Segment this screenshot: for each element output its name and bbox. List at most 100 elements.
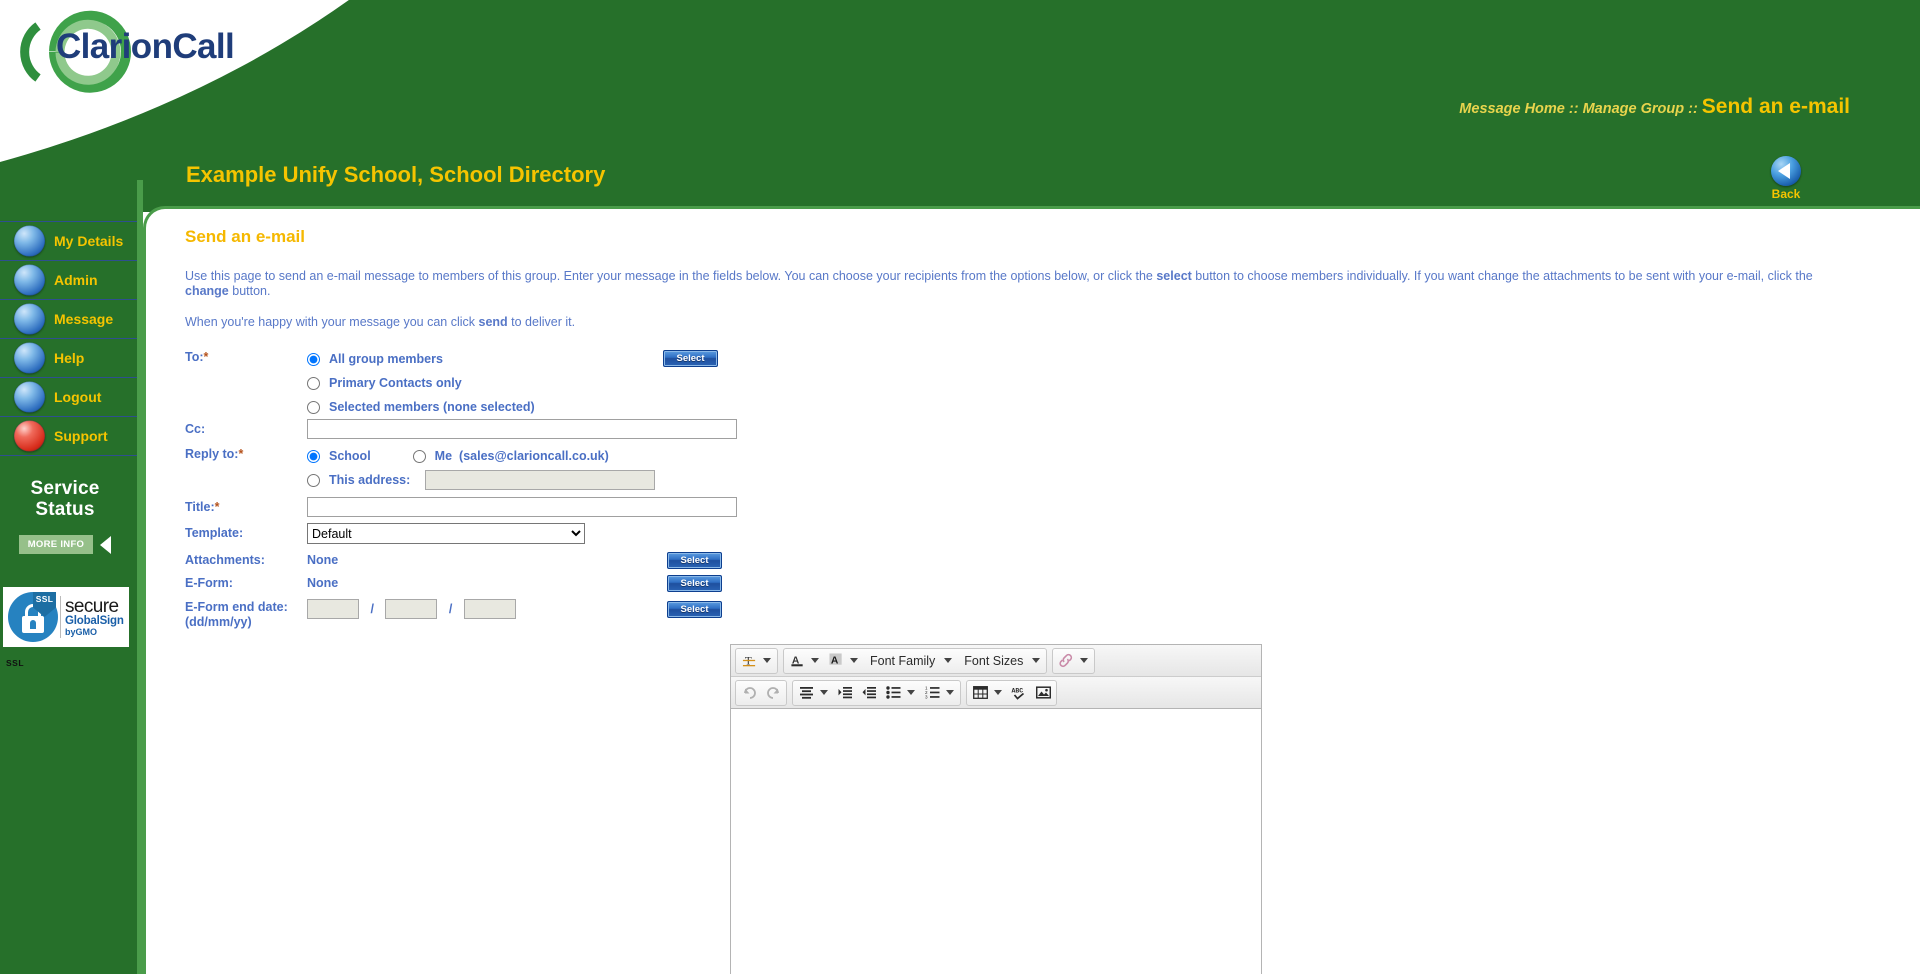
indent-icon[interactable] (833, 681, 857, 705)
radio-primary-contacts[interactable] (307, 376, 320, 390)
insert-image-icon[interactable] (1031, 681, 1055, 705)
link-chevron-down-icon[interactable] (1080, 658, 1089, 663)
collapse-arrow-icon[interactable] (100, 535, 112, 554)
to-option-all-group-members[interactable]: All group members (298, 347, 1285, 371)
radio-selected-members[interactable] (307, 400, 320, 414)
to-option-all-label: All group members (329, 352, 443, 366)
font-sizes-select[interactable]: Font Sizes (957, 649, 1030, 673)
select-attachments-button[interactable]: Select (667, 552, 722, 569)
text-color-icon[interactable]: A (785, 649, 809, 673)
editor-toolbar-row-1: T A A Font Family Font Sizes (731, 645, 1261, 677)
reply-address-input[interactable] (425, 470, 656, 490)
numbered-list-chevron-down-icon[interactable] (946, 690, 954, 695)
font-sizes-chevron-down-icon[interactable] (1032, 658, 1041, 663)
template-select[interactable]: Default (307, 523, 585, 544)
toolbar-group-formatting: T (735, 647, 778, 674)
sidebar-item-label: Logout (54, 389, 102, 405)
sidebar-item-help[interactable]: Help (0, 338, 137, 378)
form-row-eform: E-Form: None Select (185, 573, 1285, 592)
to-option-selected-label: Selected members (none selected) (329, 400, 535, 414)
back-arrow-icon (1771, 156, 1801, 186)
align-chevron-down-icon[interactable] (820, 690, 828, 695)
title-input[interactable] (307, 497, 737, 517)
table-icon[interactable] (968, 681, 992, 705)
eform-end-date-month[interactable] (385, 599, 438, 619)
to-option-primary-contacts[interactable]: Primary Contacts only (298, 371, 1285, 395)
spellcheck-icon[interactable]: ABC (1007, 681, 1031, 705)
sidebar-item-message[interactable]: Message (0, 299, 137, 339)
eform-end-date-day[interactable] (307, 599, 359, 619)
toolbar-group-insert: ABC (966, 679, 1057, 706)
intro-paragraph-1: Use this page to send an e-mail message … (185, 269, 1825, 299)
clear-formatting-icon[interactable]: T (737, 649, 761, 673)
radio-reply-me[interactable] (412, 449, 426, 463)
intro-paragraph-2: When you're happy with your message you … (185, 315, 1825, 330)
font-family-select[interactable]: Font Family (863, 649, 942, 673)
page-title: Send an e-mail (185, 227, 305, 246)
intro-select-keyword: select (1156, 269, 1192, 283)
page-root: ClarionCall Message Home :: Manage Group… (0, 0, 1920, 974)
nav-orb-icon (14, 225, 45, 257)
required-asterisk: * (214, 500, 220, 514)
attachments-value: None (307, 553, 339, 567)
ssl-gmo-word: byGMO (65, 626, 98, 637)
sidebar-item-logout[interactable]: Logout (0, 377, 137, 417)
intro2-text-a: When you're happy with your message you … (185, 315, 479, 329)
background-color-chevron-down-icon[interactable] (850, 658, 858, 663)
redo-icon[interactable] (761, 681, 785, 705)
nav-orb-icon (14, 303, 45, 335)
select-eform-end-date-button[interactable]: Select (667, 601, 722, 618)
bullet-list-chevron-down-icon[interactable] (907, 690, 915, 695)
bullet-list-icon[interactable] (881, 681, 905, 705)
text-color-chevron-down-icon[interactable] (811, 658, 819, 663)
select-members-button[interactable]: Select (663, 350, 718, 367)
cc-input[interactable] (307, 419, 737, 439)
sidebar-item-admin[interactable]: Admin (0, 260, 137, 300)
date-separator-2: / (448, 602, 453, 616)
to-option-selected-members[interactable]: Selected members (none selected) Select (298, 350, 1285, 419)
ssl-secure-word: secure (65, 596, 119, 618)
font-family-chevron-down-icon[interactable] (944, 658, 953, 663)
radio-reply-school[interactable] (307, 449, 320, 463)
svg-text:3: 3 (925, 695, 928, 699)
reply-to-options-row: School Me (sales@clarioncall.co.uk) (298, 444, 1285, 468)
ssl-footnote: SSL (6, 658, 25, 668)
clear-formatting-chevron-down-icon[interactable] (763, 658, 771, 663)
title-label: Title:* (185, 500, 220, 514)
rich-text-editor: T A A Font Family Font Sizes 1 2 3 ABC (730, 644, 1262, 974)
numbered-list-icon[interactable]: 1 2 3 (920, 681, 944, 705)
outdent-icon[interactable] (857, 681, 881, 705)
breadcrumb-path[interactable]: Message Home :: Manage Group :: (1459, 101, 1697, 117)
reply-me-label: Me (434, 449, 453, 463)
select-eform-button[interactable]: Select (667, 575, 722, 592)
toolbar-group-paragraph: 1 2 3 (792, 679, 961, 706)
sidebar-item-label: Message (54, 311, 114, 327)
background-color-icon[interactable]: A (824, 649, 848, 673)
eform-end-date-year[interactable] (463, 599, 516, 619)
table-chevron-down-icon[interactable] (994, 690, 1002, 695)
intro2-text-c: to deliver it. (507, 315, 576, 329)
editor-body[interactable] (731, 709, 1261, 974)
reply-this-address-label: This address: (329, 473, 411, 487)
radio-all-group-members[interactable] (307, 352, 320, 366)
sidebar-item-label: Admin (54, 272, 98, 288)
form-row-cc: Cc: (185, 419, 1285, 439)
editor-toolbar-row-2: 1 2 3 ABC (731, 677, 1261, 709)
radio-reply-this-address[interactable] (307, 473, 320, 487)
align-icon[interactable] (794, 681, 818, 705)
sidebar-item-my-details[interactable]: My Details (0, 221, 137, 261)
clarioncall-logo[interactable]: ClarionCall (8, 6, 235, 98)
link-icon[interactable] (1054, 649, 1078, 673)
svg-text:ABC: ABC (1011, 687, 1023, 694)
to-option-primary-label: Primary Contacts only (329, 376, 462, 390)
back-button[interactable]: Back (1759, 156, 1813, 201)
service-status-actions: MORE INFO (0, 535, 130, 554)
more-info-button[interactable]: MORE INFO (18, 535, 94, 554)
ssl-badge-text: secure GlobalSign byGMO (65, 597, 124, 637)
template-label: Template: (185, 526, 244, 540)
required-asterisk: * (203, 350, 209, 364)
intro-text-e: button. (228, 284, 271, 298)
sidebar-item-support[interactable]: Support (0, 416, 137, 456)
ssl-secure-badge[interactable]: SSL secure GlobalSign byGMO (3, 587, 129, 647)
undo-icon[interactable] (737, 681, 761, 705)
